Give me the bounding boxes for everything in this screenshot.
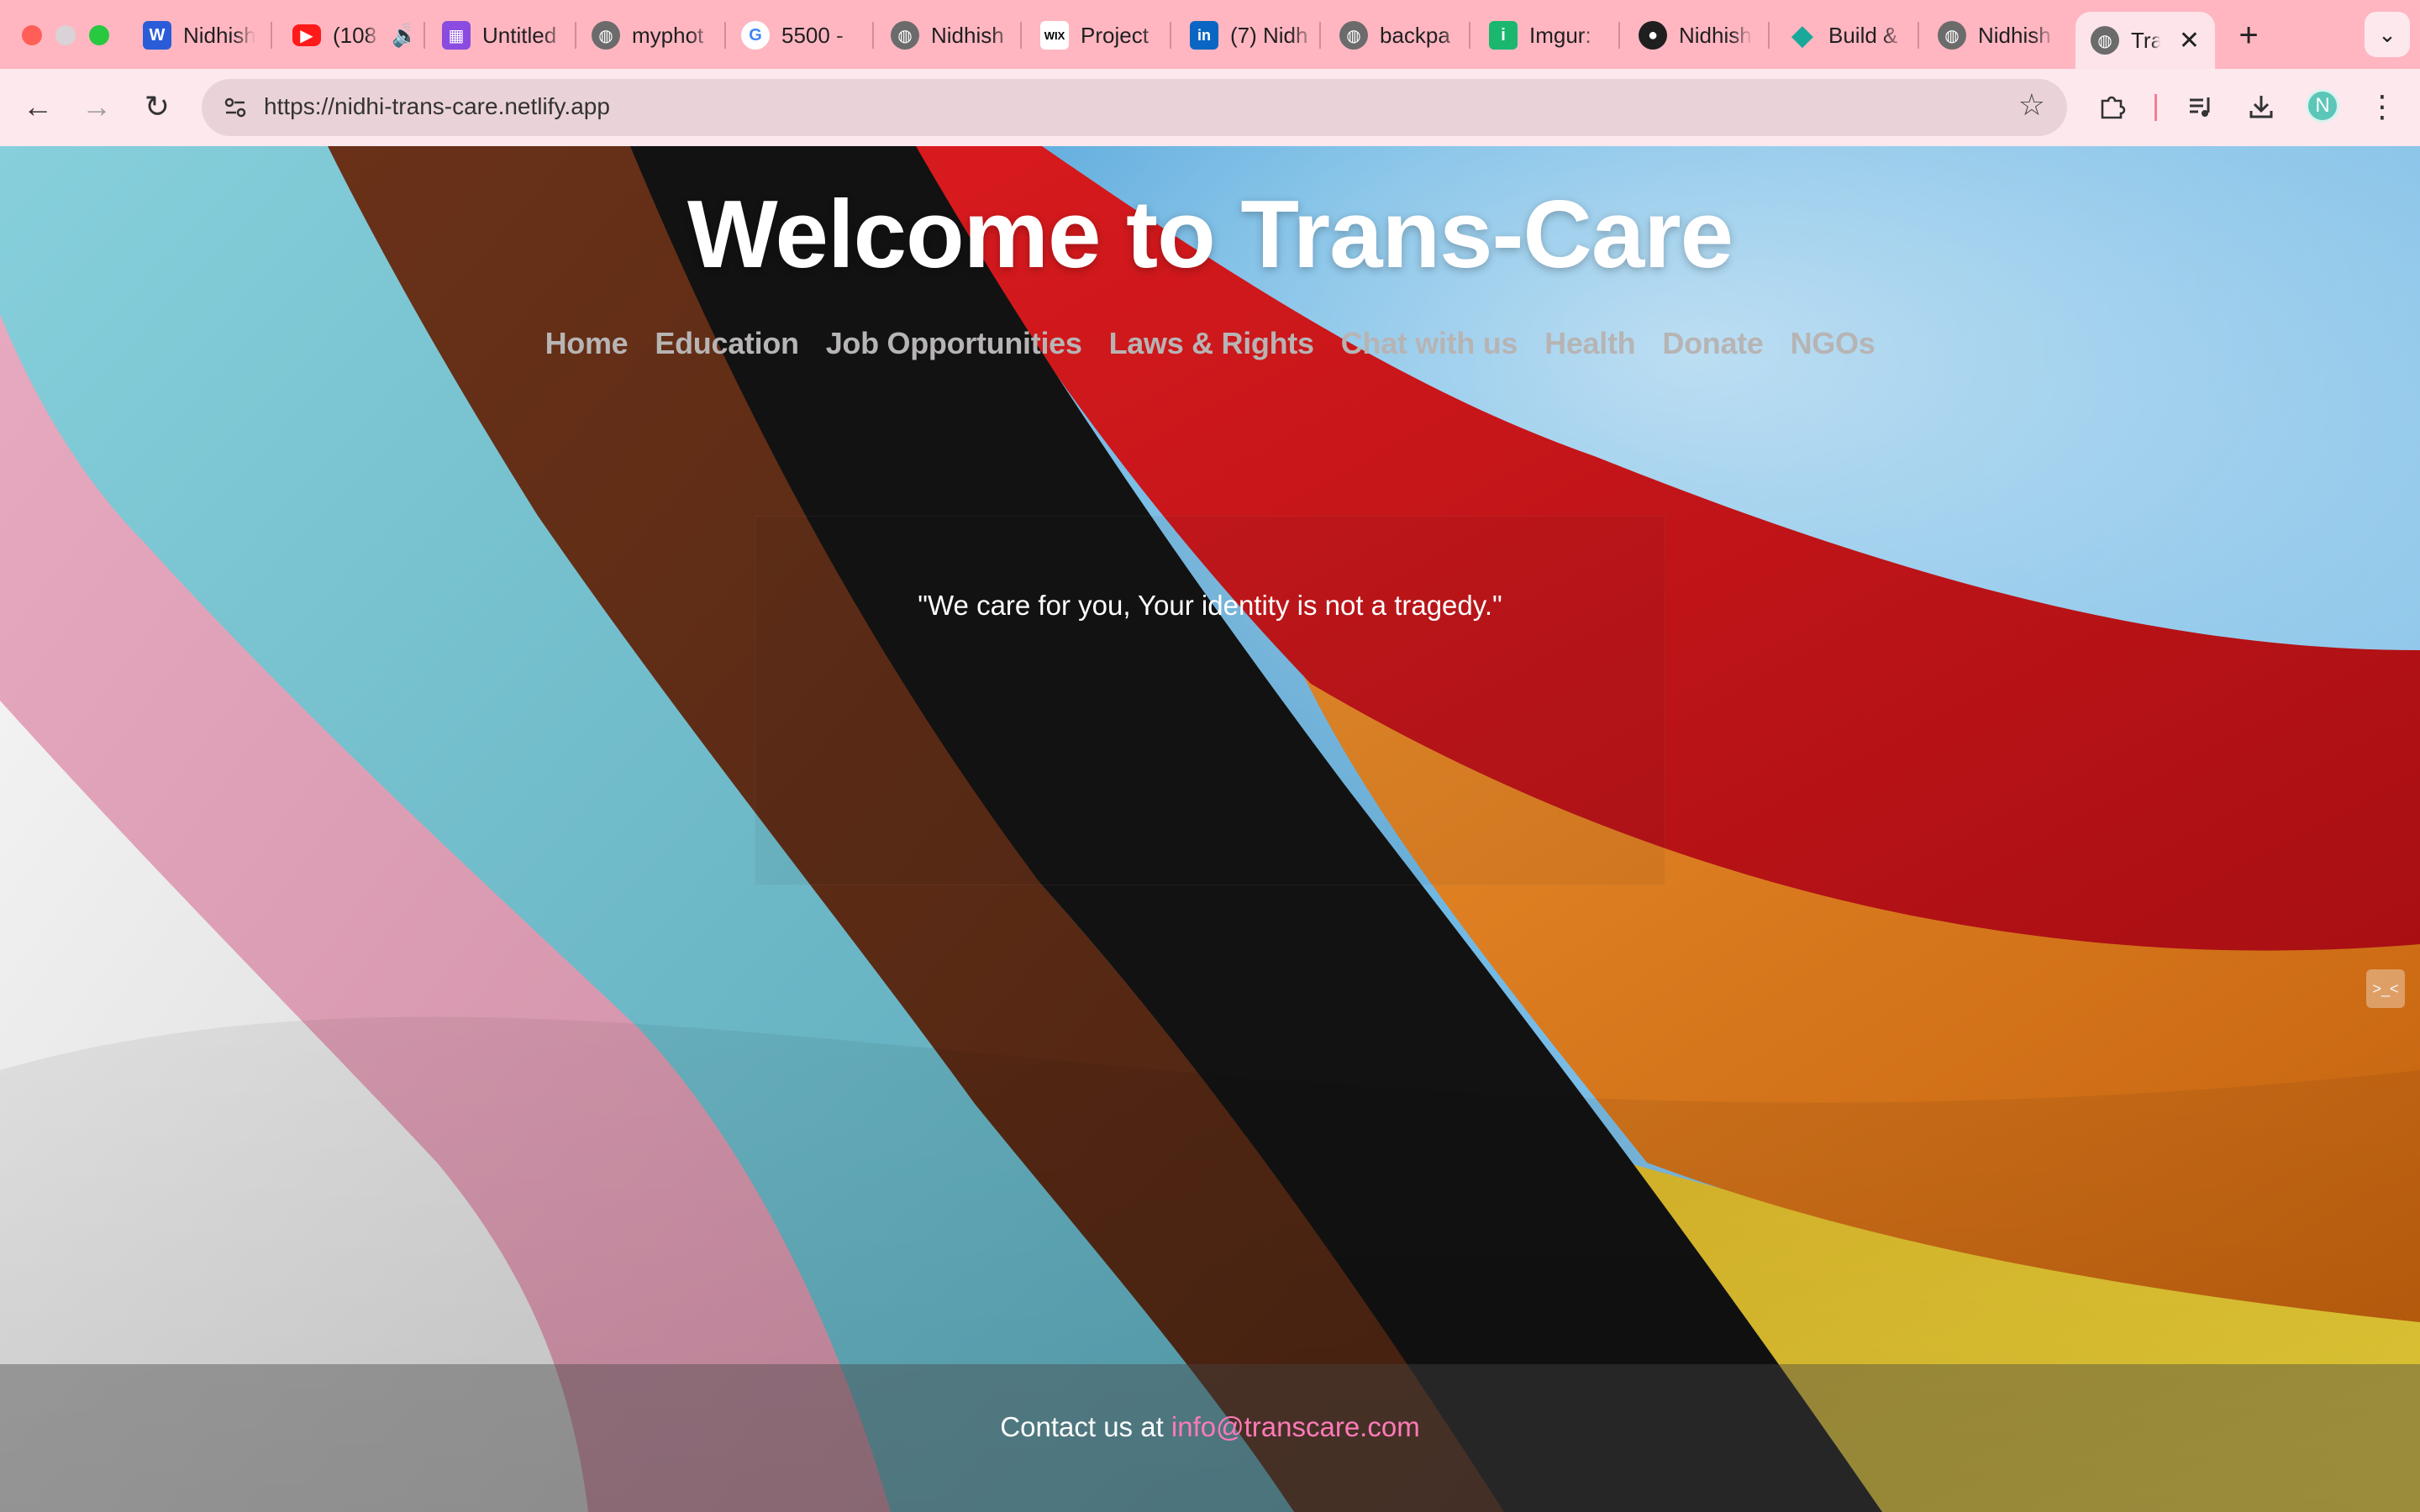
browser-chrome: W Nidhish ▶ (108 🔊 ▦ Untitled ◍ myphot G… (0, 0, 2420, 146)
tab-title: (7) Nidh (1230, 22, 1308, 48)
tab-title: Nidhish (183, 22, 255, 48)
tab-divider (1020, 22, 1022, 49)
tab-title: Build & (1828, 22, 1898, 48)
tab-search-chevron-icon[interactable]: ⌄ (2365, 12, 2410, 57)
quote-panel (755, 516, 1665, 885)
contact-prefix: Contact us at (1000, 1411, 1171, 1442)
tab-title: (108 (333, 22, 377, 48)
minimize-window-button[interactable] (55, 25, 76, 45)
tab-divider (1469, 22, 1470, 49)
tab-divider (872, 22, 874, 49)
forward-arrow-icon[interactable]: → (76, 86, 118, 128)
globe-icon: ◍ (2091, 26, 2119, 55)
tab-divider (1170, 22, 1171, 49)
tab-title: backpa (1380, 22, 1450, 48)
nav-link-education[interactable]: Education (655, 326, 799, 361)
tab-divider (271, 22, 272, 49)
nav-link-home[interactable]: Home (545, 326, 629, 361)
tab-title: myphot (632, 22, 704, 48)
speaker-icon[interactable]: 🔊 (392, 23, 410, 49)
nav-link-laws-rights[interactable]: Laws & Rights (1109, 326, 1314, 361)
tab-title: 5500 - (781, 22, 844, 48)
tab-strip: W Nidhish ▶ (108 🔊 ▦ Untitled ◍ myphot G… (0, 0, 2420, 69)
tab-divider (1319, 22, 1321, 49)
globe-icon: ◍ (1339, 21, 1368, 50)
tab-divider (1768, 22, 1770, 49)
browser-tab[interactable]: ● Nidhish (1639, 12, 1753, 59)
tab-title: Nidhish (1679, 22, 1752, 48)
diamond-icon: ◆ (1791, 19, 1814, 51)
webpage: Welcome to Trans-Care Home Education Job… (0, 146, 2420, 1512)
close-tab-icon[interactable]: ✕ (2179, 26, 2200, 55)
word-icon: W (143, 21, 171, 50)
extensions-puzzle-icon[interactable] (2091, 86, 2133, 128)
nav-link-donate[interactable]: Donate (1662, 326, 1764, 361)
tab-divider (724, 22, 726, 49)
tab-divider (575, 22, 576, 49)
url-text[interactable]: https://nidhi-trans-care.netlify.app (264, 93, 610, 120)
address-bar[interactable]: https://nidhi-trans-care.netlify.app ☆ (202, 79, 2067, 136)
more-menu-icon[interactable]: ⋮ (2361, 86, 2403, 128)
browser-tab[interactable]: ◆ Build & (1788, 12, 1906, 59)
github-icon: ● (1639, 21, 1667, 50)
browser-tab[interactable]: ▦ Untitled (442, 12, 568, 59)
contact-email-link[interactable]: info@transcare.com (1171, 1411, 1420, 1442)
tab-title: Tra (2131, 27, 2160, 53)
code-widget-icon[interactable]: >_< (2366, 969, 2405, 1008)
browser-tab[interactable]: G 5500 - (741, 12, 859, 59)
new-tab-button[interactable]: + (2228, 15, 2269, 55)
nav-link-health[interactable]: Health (1544, 326, 1636, 361)
imgur-icon: i (1489, 21, 1518, 50)
google-icon: G (741, 21, 770, 50)
media-queue-icon[interactable] (2180, 86, 2222, 128)
tab-title: Project (1081, 22, 1149, 48)
footer: Contact us at info@transcare.com (0, 1364, 2420, 1512)
back-arrow-icon[interactable]: ← (17, 86, 59, 128)
youtube-icon: ▶ (292, 24, 321, 46)
bookmark-star-icon[interactable]: ☆ (2018, 87, 2045, 123)
browser-tab[interactable]: ◍ myphot (592, 12, 714, 59)
zoom-window-button[interactable] (89, 25, 109, 45)
nav-link-chat[interactable]: Chat with us (1341, 326, 1518, 361)
browser-tab[interactable]: W Nidhish (143, 12, 255, 59)
browser-tab[interactable]: WIX Project (1040, 12, 1166, 59)
close-window-button[interactable] (22, 25, 42, 45)
download-icon[interactable] (2240, 86, 2282, 128)
tab-divider (1918, 22, 1919, 49)
browser-tab[interactable]: i Imgur: (1489, 12, 1603, 59)
app-icon: ▦ (442, 21, 471, 50)
toolbar-divider (2154, 94, 2157, 121)
wix-icon: WIX (1040, 21, 1069, 50)
globe-icon: ◍ (592, 21, 620, 50)
browser-tab[interactable]: ▶ (108 🔊 (292, 12, 410, 59)
tab-title: Nidhish (931, 22, 1004, 48)
tab-title: Nidhish (1978, 22, 2051, 48)
main-nav: Home Education Job Opportunities Laws & … (0, 326, 2420, 361)
globe-icon: ◍ (891, 21, 919, 50)
nav-link-job-opportunities[interactable]: Job Opportunities (826, 326, 1082, 361)
browser-tab-active[interactable]: ◍ Tra ✕ (2075, 12, 2215, 69)
tab-title: Imgur: (1529, 22, 1591, 48)
tagline-quote: "We care for you, Your identity is not a… (918, 590, 1502, 621)
browser-tab[interactable]: ◍ Nidhish (891, 12, 1017, 59)
browser-tab[interactable]: in (7) Nidh (1190, 12, 1316, 59)
linkedin-icon: in (1190, 21, 1218, 50)
tab-divider (1618, 22, 1620, 49)
browser-toolbar: ← → ↻ https://nidhi-trans-care.netlify.a… (0, 69, 2420, 146)
reload-icon[interactable]: ↻ (136, 86, 178, 128)
hero-title: Welcome to Trans-Care (687, 181, 1733, 288)
browser-tab[interactable]: ◍ backpa (1339, 12, 1465, 59)
nav-link-ngos[interactable]: NGOs (1791, 326, 1876, 361)
tab-title: Untitled (482, 22, 557, 48)
site-settings-icon[interactable] (217, 89, 254, 126)
contact-line: Contact us at info@transcare.com (0, 1411, 2420, 1443)
profile-avatar[interactable]: N (2306, 89, 2339, 123)
browser-tab[interactable]: ◍ Nidhish (1938, 12, 2055, 59)
tab-divider (424, 22, 425, 49)
globe-icon: ◍ (1938, 21, 1966, 50)
